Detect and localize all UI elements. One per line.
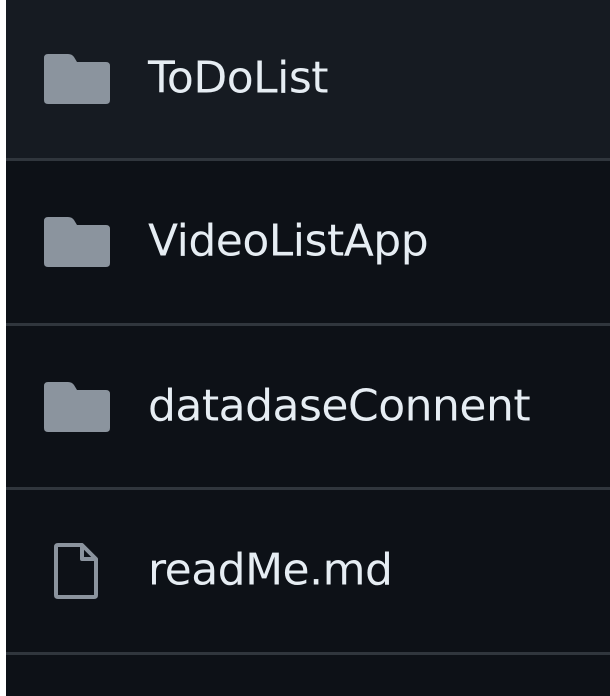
file-name-link[interactable]: datadaseConnent bbox=[148, 380, 531, 431]
folder-icon bbox=[42, 381, 112, 433]
file-name-link[interactable]: ToDoList bbox=[148, 52, 329, 103]
folder-icon bbox=[42, 216, 112, 268]
folder-icon bbox=[42, 53, 112, 105]
file-row-datadaseconnent[interactable]: datadaseConnent bbox=[6, 326, 610, 487]
file-list-panel: ToDoList VideoListApp datadaseConnent re… bbox=[6, 0, 610, 696]
file-row-todolist[interactable]: ToDoList bbox=[6, 0, 610, 158]
file-name-link[interactable]: VideoListApp bbox=[148, 215, 429, 266]
file-icon bbox=[42, 543, 112, 599]
file-row-videolistapp[interactable]: VideoListApp bbox=[6, 161, 610, 323]
file-row-readme[interactable]: readMe.md bbox=[6, 490, 610, 652]
file-name-link[interactable]: readMe.md bbox=[148, 544, 393, 595]
file-row-partial bbox=[6, 655, 610, 696]
